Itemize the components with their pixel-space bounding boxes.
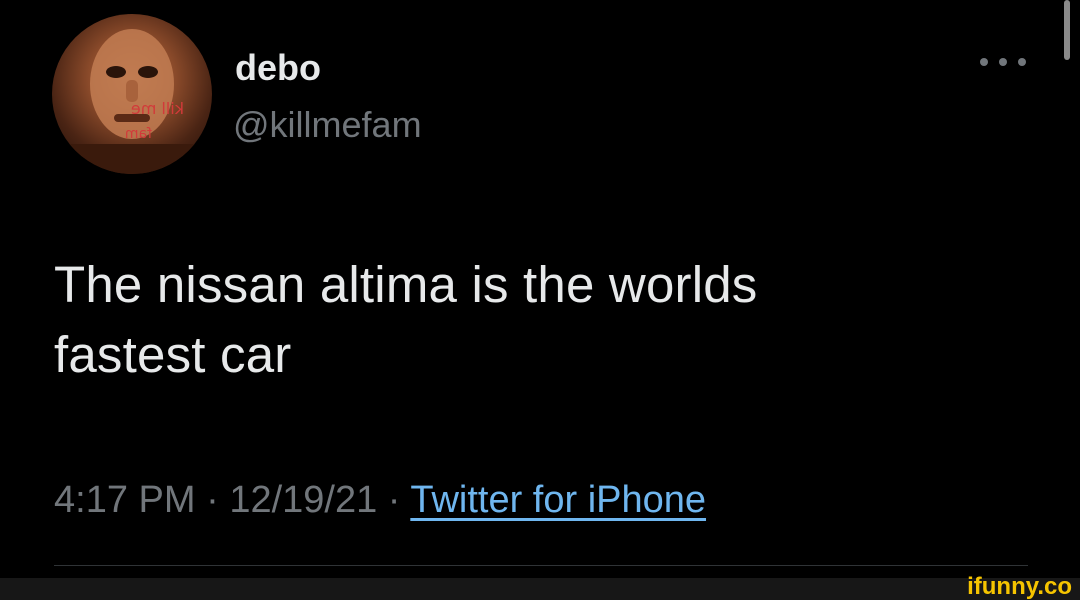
- more-horizontal-icon[interactable]: [980, 50, 1026, 74]
- avatar-overlay-text-1: kill me: [131, 99, 184, 118]
- more-dot: [980, 58, 988, 66]
- avatar[interactable]: kill me fam: [52, 14, 212, 174]
- scrollbar[interactable]: [1064, 0, 1070, 60]
- user-handle[interactable]: @killmefam: [233, 103, 422, 147]
- tweet-time[interactable]: 4:17 PM: [54, 479, 196, 521]
- display-name[interactable]: debo: [235, 46, 321, 90]
- more-dot: [999, 58, 1007, 66]
- tweet-text: The nissan altima is the worlds fastest …: [54, 250, 1014, 390]
- meta-separator: ·: [387, 479, 401, 521]
- avatar-overlay-text-2: fam: [125, 126, 152, 142]
- tweet-screenshot: kill me fam debo @killmefam The nissan a…: [0, 0, 1080, 600]
- tweet-source-link[interactable]: Twitter for iPhone: [410, 479, 706, 521]
- tweet-date[interactable]: 12/19/21: [229, 479, 377, 521]
- footer-bar: [0, 578, 1080, 600]
- tweet-text-line: The nissan altima is the worlds: [54, 256, 758, 313]
- divider: [54, 565, 1028, 566]
- avatar-image: kill me fam: [52, 29, 212, 174]
- tweet-meta: 4:17 PM · 12/19/21 · Twitter for iPhone: [54, 475, 706, 525]
- meta-separator: ·: [206, 479, 219, 521]
- tweet-text-line: fastest car: [54, 326, 292, 383]
- watermark-logo: ifunny.co: [967, 573, 1072, 600]
- more-dot: [1018, 58, 1026, 66]
